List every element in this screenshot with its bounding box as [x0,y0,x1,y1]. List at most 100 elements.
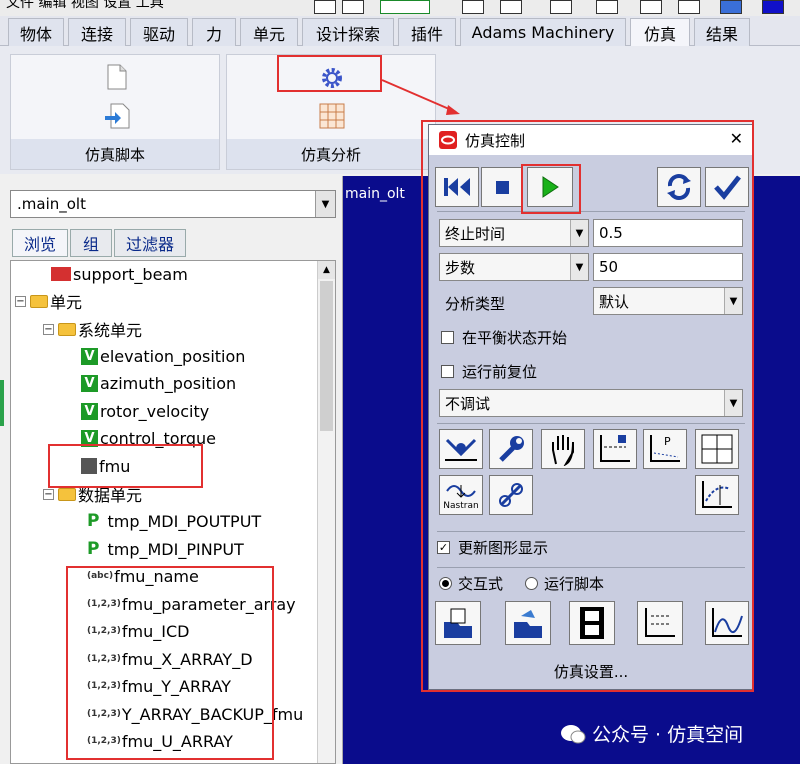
tree-item[interactable]: (1,2,3) Y_ARRAY_BACKUP_fmu [87,701,303,727]
collapse-icon[interactable]: − [43,488,54,500]
refresh-button[interactable] [657,167,701,207]
checkbox-box[interactable] [441,331,454,344]
dialog-titlebar[interactable]: 仿真控制 ✕ [429,125,753,155]
end-mode-select[interactable]: 终止时间 ▼ [439,219,589,247]
menu-bar[interactable]: 文件 编辑 视图 设置 工具 [6,0,164,12]
chevron-down-icon[interactable]: ▼ [570,220,588,246]
view-front-icon[interactable] [550,0,572,14]
tree-item[interactable]: (1,2,3) fmu_parameter_array [87,591,296,617]
view-top-icon[interactable] [640,0,662,14]
tree-scrollbar[interactable]: ▲ [317,261,335,763]
tab-results[interactable]: 结果 [694,18,750,46]
tab-bodies[interactable]: 物体 [8,18,64,46]
checkbox-box[interactable] [441,365,454,378]
tree-item[interactable]: fmu [81,453,130,479]
load-results-button[interactable] [505,601,551,645]
tree-item[interactable]: (1,2,3) fmu_Y_ARRAY [87,673,231,699]
tree-item[interactable]: − 数据单元 [43,481,142,507]
play-button[interactable] [527,167,573,207]
select-cursor-icon[interactable] [462,0,484,14]
add-icon[interactable] [314,0,336,14]
tree-item[interactable]: (1,2,3) fmu_ICD [87,618,189,644]
tree-item[interactable]: V rotor_velocity [81,398,209,424]
analysis-type-select[interactable]: 默认 ▼ [593,287,743,315]
reset-before-run-checkbox[interactable]: 运行前复位 [441,361,537,382]
tab-connectors[interactable]: 连接 [68,18,126,46]
scroll-thumb[interactable] [320,281,333,431]
close-icon[interactable]: ✕ [730,129,743,148]
save-results-button[interactable] [435,601,481,645]
tree-item[interactable]: (1,2,3) fmu_X_ARRAY_D [87,646,253,672]
tree-item[interactable]: V elevation_position [81,343,245,369]
debug-select[interactable]: 不调试 ▼ [439,389,743,417]
table-abcd-button[interactable] [695,429,739,469]
v-icon: V [81,374,98,392]
tab-forces[interactable]: 力 [192,18,236,46]
tree-item[interactable]: − 系统单元 [43,316,142,342]
tree-item[interactable]: − 单元 [15,288,82,314]
tab-plugins[interactable]: 插件 [398,18,456,46]
tree-item[interactable]: V azimuth_position [81,370,236,396]
tree-item[interactable]: support_beam [51,261,188,287]
measure-button[interactable] [695,475,739,515]
run-script-radio[interactable]: 运行脚本 [525,573,604,594]
tree-item[interactable]: (1,2,3) fmu_U_ARRAY [87,728,233,754]
grab-button[interactable] [541,429,585,469]
table-analysis-icon[interactable] [317,101,347,131]
tab-adams-machinery[interactable]: Adams Machinery [460,18,626,46]
rewind-button[interactable] [435,167,479,207]
collapse-icon[interactable]: − [43,323,54,335]
step-mode-select[interactable]: 步数 ▼ [439,253,589,281]
tree-item[interactable]: P tmp_MDI_POUTPUT [87,508,261,534]
nastran-button[interactable]: Nastran [439,475,483,515]
sensor-button[interactable] [593,429,637,469]
sensors-table-button[interactable] [637,601,683,645]
sim-settings-button[interactable]: 仿真设置... [429,653,753,689]
plot-param-button[interactable]: P [643,429,687,469]
undo-icon[interactable] [380,0,430,14]
end-time-field[interactable]: 0.5 [593,219,743,247]
tab-browse[interactable]: 浏览 [12,229,68,257]
group-icon[interactable] [720,0,742,14]
radio-selected[interactable] [439,577,452,590]
view-cube-icon[interactable] [500,0,522,14]
equilibrium-button[interactable] [439,429,483,469]
document-icon[interactable] [105,63,129,91]
chevron-down-icon[interactable]: ▼ [570,254,588,280]
sim-analysis-label[interactable]: 仿真分析 [227,139,435,169]
color-icon[interactable] [762,0,784,14]
postprocessor-button[interactable] [705,601,749,645]
script-run-icon[interactable] [103,101,133,131]
chevron-down-icon[interactable]: ▼ [724,390,742,416]
radio-unselected[interactable] [525,577,538,590]
gear-icon[interactable] [319,65,345,91]
start-equilibrium-checkbox[interactable]: 在平衡状态开始 [441,327,567,348]
link-button[interactable] [489,475,533,515]
sim-script-label[interactable]: 仿真脚本 [11,139,219,169]
tab-motions[interactable]: 驱动 [130,18,188,46]
apply-button[interactable] [705,167,749,207]
tree-item[interactable]: P tmp_MDI_PINPUT [87,536,244,562]
scroll-up-icon[interactable]: ▲ [318,261,335,279]
tab-elements[interactable]: 单元 [240,18,298,46]
view-iso-icon[interactable] [678,0,700,14]
checkbox-box[interactable]: ✓ [437,541,450,554]
model-combo[interactable]: .main_olt ▼ [10,190,336,218]
stop-button[interactable] [481,167,523,207]
steps-field[interactable]: 50 [593,253,743,281]
chevron-down-icon[interactable]: ▼ [724,288,742,314]
tab-design-exploration[interactable]: 设计探索 [302,18,394,46]
wrench-button[interactable] [489,429,533,469]
tree-item[interactable]: V control_torque [81,425,216,451]
collapse-icon[interactable]: − [15,295,26,307]
tab-simulation[interactable]: 仿真 [630,18,690,46]
interactive-radio[interactable]: 交互式 [439,573,503,594]
view-side-icon[interactable] [596,0,618,14]
chevron-down-icon[interactable]: ▼ [315,191,335,217]
tree-item[interactable]: (abc) fmu_name [87,563,199,589]
tab-filters[interactable]: 过滤器 [114,229,186,257]
update-graphics-checkbox[interactable]: ✓ 更新图形显示 [437,537,548,558]
animation-button[interactable] [569,601,615,645]
save-icon[interactable] [342,0,364,14]
tab-groups[interactable]: 组 [70,229,112,257]
